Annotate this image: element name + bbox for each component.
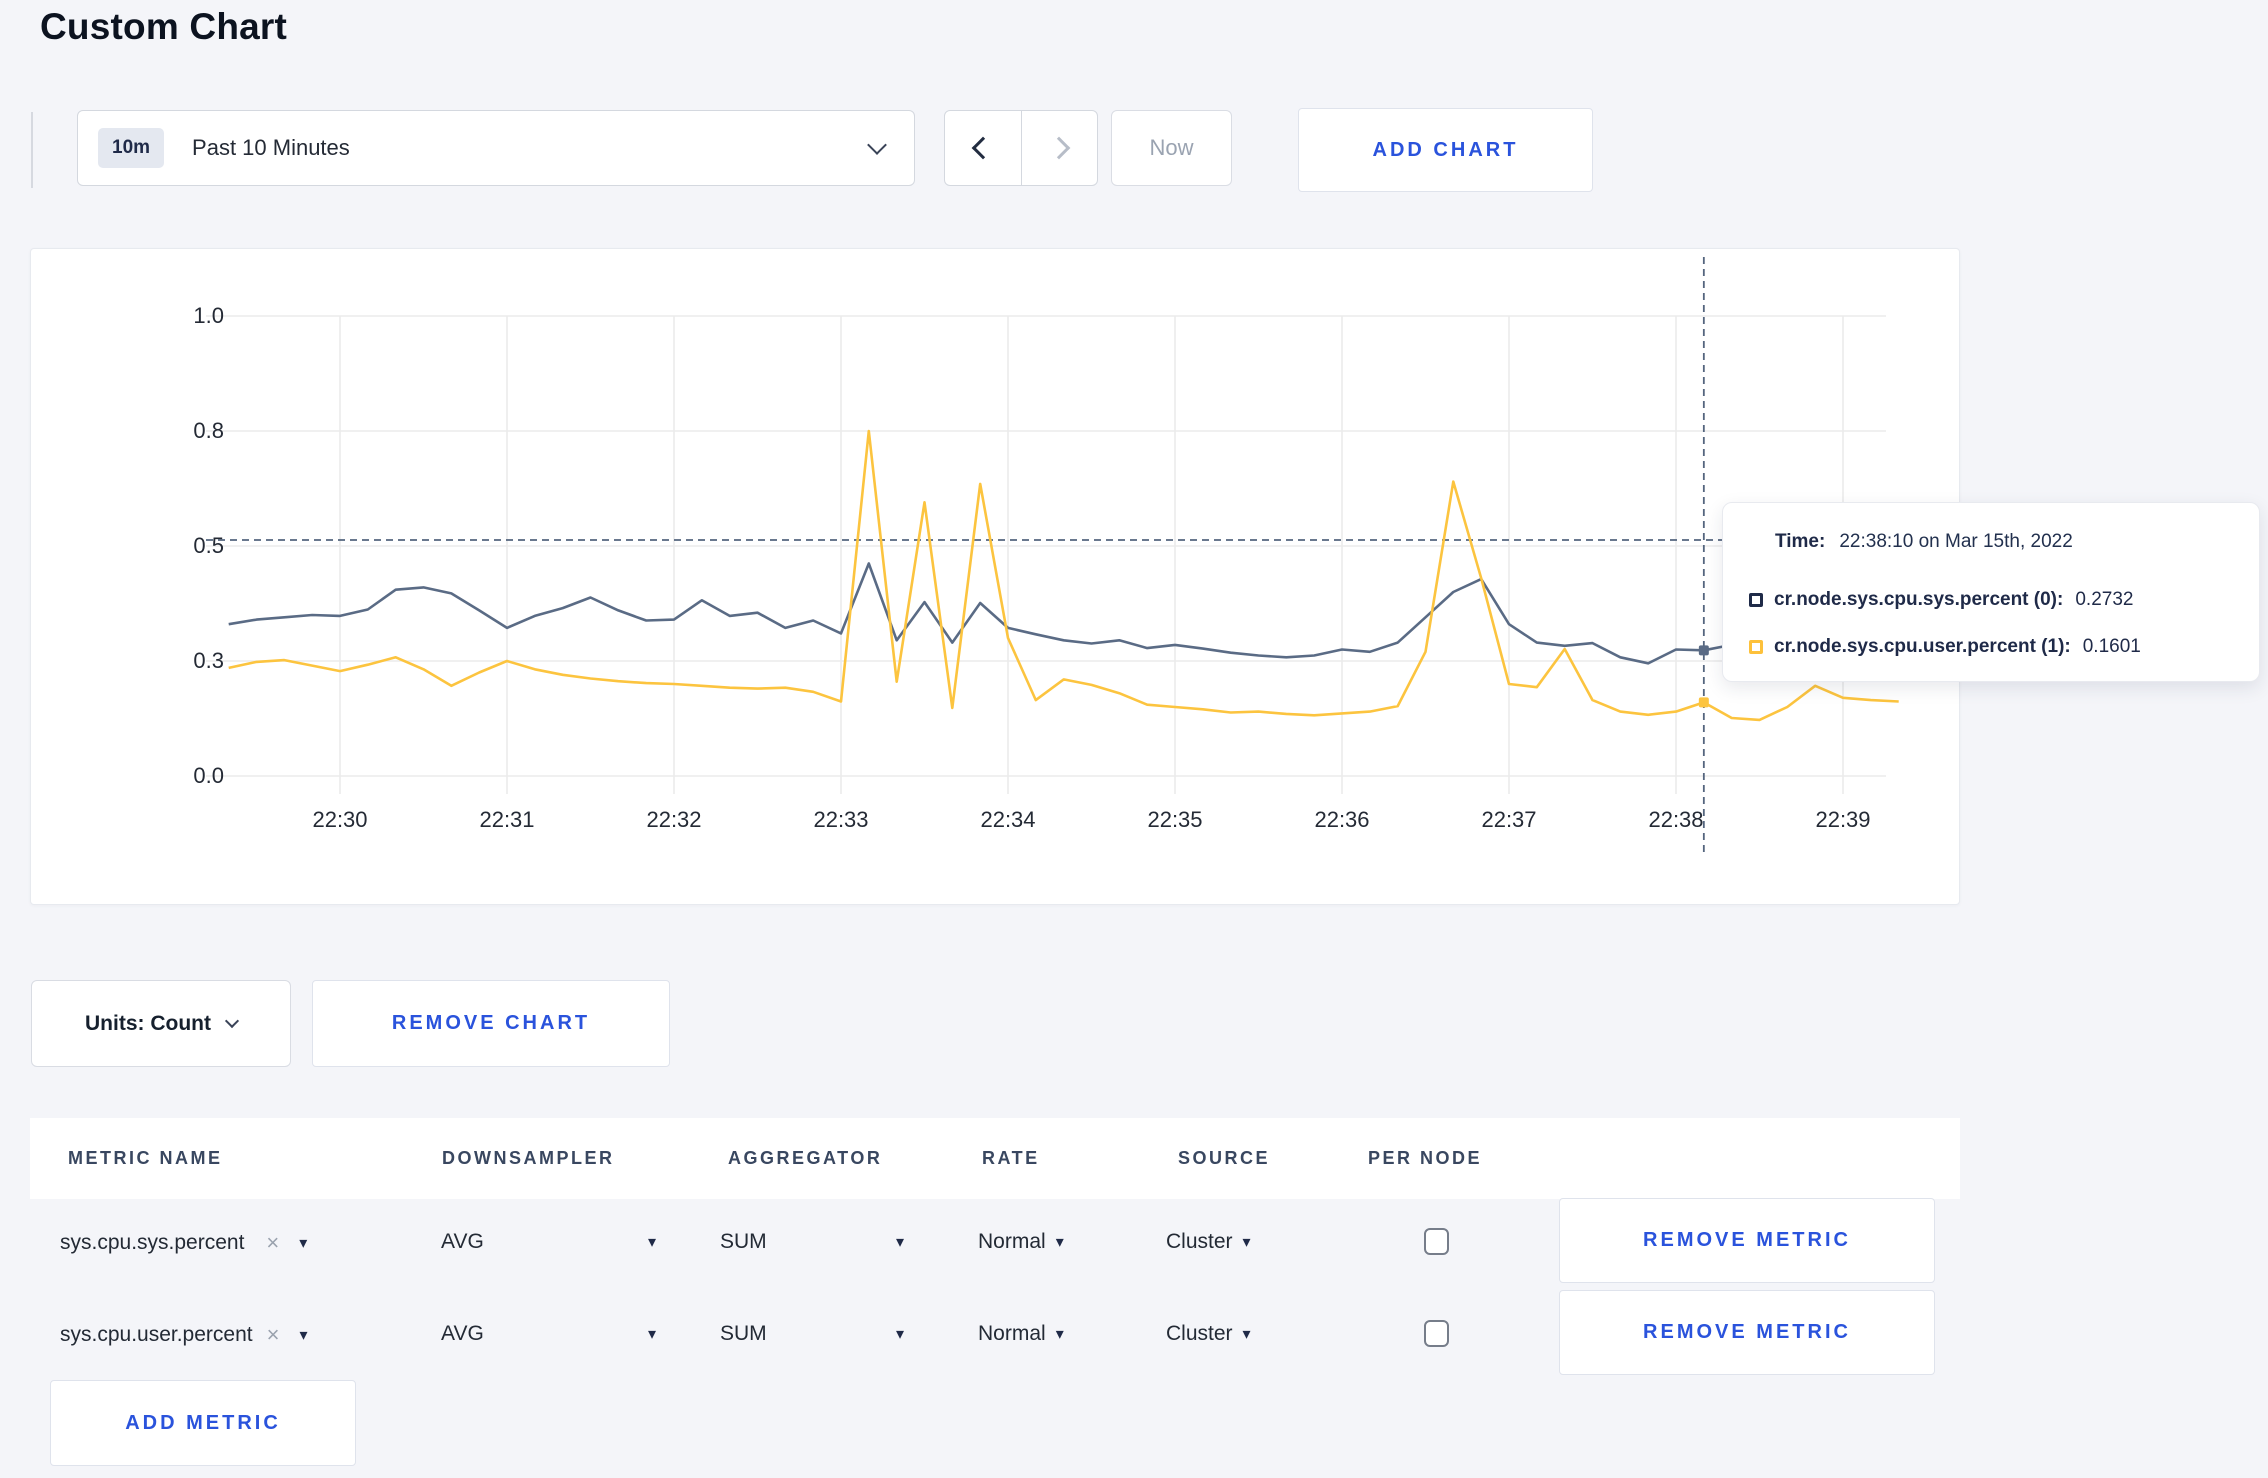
series-user-swatch-icon xyxy=(1749,640,1763,654)
column-header-rate: RATE xyxy=(982,1148,1040,1168)
rate-value: Normal xyxy=(978,1322,1046,1345)
aggregator-value: SUM xyxy=(720,1322,767,1345)
x-tick-label: 22:38 xyxy=(1648,807,1704,832)
chevron-left-icon xyxy=(971,136,995,160)
time-range-label: Past 10 Minutes xyxy=(192,135,350,160)
y-tick-label: 0.0 xyxy=(193,763,224,788)
caret-down-icon: ▾ xyxy=(1055,1326,1064,1343)
time-nav-group xyxy=(944,110,1098,186)
clear-metric-icon[interactable]: × xyxy=(267,1322,280,1348)
page-title: Custom Chart xyxy=(40,6,288,47)
source-value: Cluster xyxy=(1166,1322,1233,1345)
column-header-aggregator: AGGREGATOR xyxy=(728,1148,883,1168)
remove-metric-button[interactable]: REMOVE METRIC xyxy=(1559,1290,1935,1375)
tooltip-series-label: cr.node.sys.cpu.user.percent (1): xyxy=(1774,636,2071,657)
caret-down-icon: ▾ xyxy=(1242,1326,1251,1343)
caret-down-icon: ▾ xyxy=(1242,1234,1251,1251)
source-select[interactable]: Cluster ▾ xyxy=(1166,1230,1251,1254)
column-header-metric-name: METRIC NAME xyxy=(68,1148,223,1168)
remove-metric-button[interactable]: REMOVE METRIC xyxy=(1559,1198,1935,1283)
rate-select[interactable]: Normal ▾ xyxy=(978,1322,1064,1346)
x-tick-label: 22:36 xyxy=(1314,807,1370,832)
aggregator-select[interactable]: SUM ▾ xyxy=(720,1230,904,1254)
x-tick-label: 22:33 xyxy=(813,807,869,832)
chart-card: 1.0 0.8 0.5 0.3 0.0 22:30 22:31 22:32 22:33 22:3… xyxy=(30,248,1960,905)
remove-chart-button[interactable]: REMOVE CHART xyxy=(312,980,670,1067)
clear-metric-icon[interactable]: × xyxy=(266,1230,279,1256)
downsampler-value: AVG xyxy=(441,1322,484,1345)
time-range-badge: 10m xyxy=(98,128,165,168)
x-tick-label: 22:37 xyxy=(1481,807,1537,832)
per-node-checkbox[interactable] xyxy=(1424,1320,1449,1347)
y-tick-label: 0.5 xyxy=(193,533,224,558)
tooltip-time-label: Time: xyxy=(1775,531,1826,552)
downsampler-select[interactable]: AVG ▾ xyxy=(441,1230,656,1254)
tooltip-series-value: 0.1601 xyxy=(2082,636,2141,657)
downsampler-select[interactable]: AVG ▾ xyxy=(441,1322,656,1346)
chevron-down-icon xyxy=(867,135,887,157)
aggregator-value: SUM xyxy=(720,1230,767,1253)
downsampler-value: AVG xyxy=(441,1230,484,1253)
caret-down-icon: ▾ xyxy=(895,1326,904,1343)
series-sys-swatch-icon xyxy=(1749,593,1763,607)
tooltip-series-row: cr.node.sys.cpu.user.percent (1): 0.1601 xyxy=(1749,636,2141,658)
chevron-down-icon xyxy=(224,1013,240,1028)
x-tick-label: 22:34 xyxy=(980,807,1036,832)
tooltip-time-value: 22:38:10 on Mar 15th, 2022 xyxy=(1839,531,2073,552)
x-tick-label: 22:39 xyxy=(1815,807,1871,832)
custom-chart-page: Custom Chart 10m Past 10 Minutes Now ADD… xyxy=(0,0,2268,1478)
rate-select[interactable]: Normal ▾ xyxy=(978,1230,1064,1254)
metrics-table-header: METRIC NAME DOWNSAMPLER AGGREGATOR RATE … xyxy=(30,1118,1960,1199)
now-button[interactable]: Now xyxy=(1111,110,1232,186)
tooltip-time-row: Time: 22:38:10 on Mar 15th, 2022 xyxy=(1775,531,2073,553)
add-metric-button[interactable]: ADD METRIC xyxy=(50,1380,356,1466)
next-time-button[interactable] xyxy=(1022,111,1098,185)
source-value: Cluster xyxy=(1166,1230,1233,1253)
metric-name-select[interactable]: sys.cpu.sys.percent × ▾ xyxy=(60,1230,307,1256)
metric-name-select[interactable]: sys.cpu.user.percent × ▾ xyxy=(60,1322,308,1348)
caret-down-icon: ▾ xyxy=(1055,1234,1064,1251)
caret-down-icon: ▾ xyxy=(299,1327,308,1344)
x-tick-label: 22:35 xyxy=(1147,807,1203,832)
x-tick-label: 22:31 xyxy=(479,807,535,832)
caret-down-icon: ▾ xyxy=(895,1234,904,1251)
tooltip-series-value: 0.2732 xyxy=(2075,589,2134,610)
chart-tooltip: Time: 22:38:10 on Mar 15th, 2022 cr.node.… xyxy=(1722,502,2260,682)
time-range-select[interactable]: 10m Past 10 Minutes xyxy=(77,110,915,186)
y-tick-label: 0.3 xyxy=(193,648,224,673)
caret-down-icon: ▾ xyxy=(647,1326,656,1343)
x-tick-label: 22:32 xyxy=(646,807,702,832)
units-select-label: Units: Count xyxy=(85,1011,211,1035)
tooltip-series-row: cr.node.sys.cpu.sys.percent (0): 0.2732 xyxy=(1749,589,2133,611)
per-node-checkbox[interactable] xyxy=(1424,1228,1449,1255)
prev-time-button[interactable] xyxy=(945,111,1022,185)
metric-name-value: sys.cpu.sys.percent xyxy=(60,1231,245,1254)
y-tick-label: 1.0 xyxy=(193,303,224,328)
chevron-right-icon xyxy=(1047,136,1071,160)
units-select[interactable]: Units: Count xyxy=(31,980,291,1067)
aggregator-select[interactable]: SUM ▾ xyxy=(720,1322,904,1346)
metric-name-value: sys.cpu.user.percent xyxy=(60,1323,253,1346)
y-tick-label: 0.8 xyxy=(193,418,224,443)
column-header-downsampler: DOWNSAMPLER xyxy=(442,1148,615,1168)
caret-down-icon: ▾ xyxy=(647,1234,656,1251)
x-tick-label: 22:30 xyxy=(312,807,368,832)
rate-value: Normal xyxy=(978,1230,1046,1253)
column-header-per-node: PER NODE xyxy=(1368,1148,1483,1168)
tooltip-series-label: cr.node.sys.cpu.sys.percent (0): xyxy=(1774,589,2064,610)
add-chart-button[interactable]: ADD CHART xyxy=(1298,108,1593,192)
caret-down-icon: ▾ xyxy=(299,1235,308,1252)
toolbar-divider xyxy=(31,112,33,188)
source-select[interactable]: Cluster ▾ xyxy=(1166,1322,1251,1346)
column-header-source: SOURCE xyxy=(1178,1148,1271,1168)
